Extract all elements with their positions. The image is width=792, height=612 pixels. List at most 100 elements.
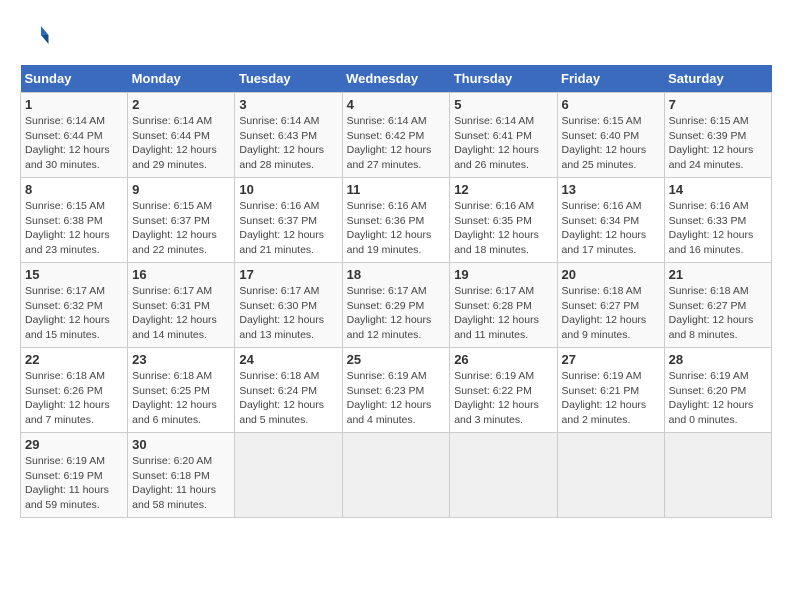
day-number: 12	[454, 182, 552, 197]
table-row: 24 Sunrise: 6:18 AM Sunset: 6:24 PM Dayli…	[235, 348, 342, 433]
day-number: 16	[132, 267, 230, 282]
table-row: 8Sunrise: 6:15 AM Sunset: 6:38 PM Daylig…	[21, 178, 128, 263]
col-monday: Monday	[128, 65, 235, 93]
day-number: 15	[25, 267, 123, 282]
day-detail: Sunrise: 6:15 AM Sunset: 6:40 PM Dayligh…	[562, 114, 660, 173]
day-number: 4	[347, 97, 446, 112]
day-number: 18	[347, 267, 446, 282]
table-row: 2 Sunrise: 6:14 AM Sunset: 6:44 PM Daylig…	[128, 93, 235, 178]
table-row: 26Sunrise: 6:19 AM Sunset: 6:22 PM Dayli…	[450, 348, 557, 433]
table-row: 12Sunrise: 6:16 AM Sunset: 6:35 PM Dayli…	[450, 178, 557, 263]
calendar-body: 1 Sunrise: 6:14 AM Sunset: 6:44 PM Daylig…	[21, 93, 772, 518]
day-number: 1	[25, 97, 123, 112]
day-number: 5	[454, 97, 552, 112]
day-number: 2	[132, 97, 230, 112]
day-detail: Sunrise: 6:14 AM Sunset: 6:42 PM Dayligh…	[347, 114, 446, 173]
day-detail: Sunrise: 6:19 AM Sunset: 6:23 PM Dayligh…	[347, 369, 446, 428]
table-row: 25 Sunrise: 6:19 AM Sunset: 6:23 PM Dayli…	[342, 348, 450, 433]
logo	[20, 20, 54, 55]
table-row: 20 Sunrise: 6:18 AM Sunset: 6:27 PM Dayli…	[557, 263, 664, 348]
day-detail: Sunrise: 6:18 AM Sunset: 6:27 PM Dayligh…	[562, 284, 660, 343]
day-number: 11	[347, 182, 446, 197]
col-wednesday: Wednesday	[342, 65, 450, 93]
day-detail: Sunrise: 6:17 AM Sunset: 6:29 PM Dayligh…	[347, 284, 446, 343]
day-number: 7	[669, 97, 767, 112]
day-detail: Sunrise: 6:14 AM Sunset: 6:41 PM Dayligh…	[454, 114, 552, 173]
table-row: 7 Sunrise: 6:15 AM Sunset: 6:39 PM Daylig…	[664, 93, 771, 178]
day-detail: Sunrise: 6:18 AM Sunset: 6:27 PM Dayligh…	[669, 284, 767, 343]
table-row: 22 Sunrise: 6:18 AM Sunset: 6:26 PM Dayli…	[21, 348, 128, 433]
day-detail: Sunrise: 6:15 AM Sunset: 6:39 PM Dayligh…	[669, 114, 767, 173]
day-number: 23	[132, 352, 230, 367]
day-number: 24	[239, 352, 337, 367]
day-detail: Sunrise: 6:18 AM Sunset: 6:26 PM Dayligh…	[25, 369, 123, 428]
day-number: 29	[25, 437, 123, 452]
day-detail: Sunrise: 6:18 AM Sunset: 6:24 PM Dayligh…	[239, 369, 337, 428]
day-number: 8	[25, 182, 123, 197]
day-detail: Sunrise: 6:16 AM Sunset: 6:37 PM Dayligh…	[239, 199, 337, 258]
calendar-header-row: Sunday Monday Tuesday Wednesday Thursday…	[21, 65, 772, 93]
day-number: 22	[25, 352, 123, 367]
calendar-week-row: 15 Sunrise: 6:17 AM Sunset: 6:32 PM Dayli…	[21, 263, 772, 348]
table-row	[664, 433, 771, 518]
day-number: 9	[132, 182, 230, 197]
day-detail: Sunrise: 6:14 AM Sunset: 6:44 PM Dayligh…	[132, 114, 230, 173]
day-detail: Sunrise: 6:15 AM Sunset: 6:37 PM Dayligh…	[132, 199, 230, 258]
table-row: 23 Sunrise: 6:18 AM Sunset: 6:25 PM Dayli…	[128, 348, 235, 433]
table-row: 30 Sunrise: 6:20 AM Sunset: 6:18 PM Dayli…	[128, 433, 235, 518]
table-row: 5 Sunrise: 6:14 AM Sunset: 6:41 PM Daylig…	[450, 93, 557, 178]
table-row	[342, 433, 450, 518]
day-detail: Sunrise: 6:17 AM Sunset: 6:32 PM Dayligh…	[25, 284, 123, 343]
day-number: 19	[454, 267, 552, 282]
table-row: 21 Sunrise: 6:18 AM Sunset: 6:27 PM Dayli…	[664, 263, 771, 348]
day-number: 28	[669, 352, 767, 367]
calendar-week-row: 8Sunrise: 6:15 AM Sunset: 6:38 PM Daylig…	[21, 178, 772, 263]
day-number: 3	[239, 97, 337, 112]
day-number: 13	[562, 182, 660, 197]
day-detail: Sunrise: 6:19 AM Sunset: 6:22 PM Dayligh…	[454, 369, 552, 428]
table-row: 16 Sunrise: 6:17 AM Sunset: 6:31 PM Dayli…	[128, 263, 235, 348]
calendar-week-row: 1 Sunrise: 6:14 AM Sunset: 6:44 PM Daylig…	[21, 93, 772, 178]
col-friday: Friday	[557, 65, 664, 93]
table-row: 1 Sunrise: 6:14 AM Sunset: 6:44 PM Daylig…	[21, 93, 128, 178]
day-number: 21	[669, 267, 767, 282]
day-number: 27	[562, 352, 660, 367]
day-detail: Sunrise: 6:17 AM Sunset: 6:28 PM Dayligh…	[454, 284, 552, 343]
day-detail: Sunrise: 6:14 AM Sunset: 6:43 PM Dayligh…	[239, 114, 337, 173]
day-number: 20	[562, 267, 660, 282]
table-row	[557, 433, 664, 518]
table-row: 9 Sunrise: 6:15 AM Sunset: 6:37 PM Daylig…	[128, 178, 235, 263]
table-row: 18 Sunrise: 6:17 AM Sunset: 6:29 PM Dayli…	[342, 263, 450, 348]
day-detail: Sunrise: 6:18 AM Sunset: 6:25 PM Dayligh…	[132, 369, 230, 428]
table-row: 28 Sunrise: 6:19 AM Sunset: 6:20 PM Dayli…	[664, 348, 771, 433]
day-detail: Sunrise: 6:16 AM Sunset: 6:33 PM Dayligh…	[669, 199, 767, 258]
table-row: 29 Sunrise: 6:19 AM Sunset: 6:19 PM Dayli…	[21, 433, 128, 518]
day-detail: Sunrise: 6:19 AM Sunset: 6:19 PM Dayligh…	[25, 454, 123, 513]
col-sunday: Sunday	[21, 65, 128, 93]
table-row: 3 Sunrise: 6:14 AM Sunset: 6:43 PM Daylig…	[235, 93, 342, 178]
table-row: 10Sunrise: 6:16 AM Sunset: 6:37 PM Dayli…	[235, 178, 342, 263]
day-number: 6	[562, 97, 660, 112]
table-row	[235, 433, 342, 518]
day-detail: Sunrise: 6:17 AM Sunset: 6:31 PM Dayligh…	[132, 284, 230, 343]
calendar-week-row: 29 Sunrise: 6:19 AM Sunset: 6:19 PM Dayli…	[21, 433, 772, 518]
col-tuesday: Tuesday	[235, 65, 342, 93]
table-row	[450, 433, 557, 518]
day-number: 17	[239, 267, 337, 282]
day-number: 14	[669, 182, 767, 197]
day-detail: Sunrise: 6:20 AM Sunset: 6:18 PM Dayligh…	[132, 454, 230, 513]
table-row: 15 Sunrise: 6:17 AM Sunset: 6:32 PM Dayli…	[21, 263, 128, 348]
day-detail: Sunrise: 6:17 AM Sunset: 6:30 PM Dayligh…	[239, 284, 337, 343]
day-detail: Sunrise: 6:14 AM Sunset: 6:44 PM Dayligh…	[25, 114, 123, 173]
header	[20, 20, 772, 55]
day-number: 30	[132, 437, 230, 452]
table-row: 6 Sunrise: 6:15 AM Sunset: 6:40 PM Daylig…	[557, 93, 664, 178]
col-thursday: Thursday	[450, 65, 557, 93]
table-row: 17 Sunrise: 6:17 AM Sunset: 6:30 PM Dayli…	[235, 263, 342, 348]
table-row: 4 Sunrise: 6:14 AM Sunset: 6:42 PM Daylig…	[342, 93, 450, 178]
day-detail: Sunrise: 6:16 AM Sunset: 6:36 PM Dayligh…	[347, 199, 446, 258]
calendar-week-row: 22 Sunrise: 6:18 AM Sunset: 6:26 PM Dayli…	[21, 348, 772, 433]
table-row: 14 Sunrise: 6:16 AM Sunset: 6:33 PM Dayli…	[664, 178, 771, 263]
day-number: 25	[347, 352, 446, 367]
day-detail: Sunrise: 6:19 AM Sunset: 6:20 PM Dayligh…	[669, 369, 767, 428]
